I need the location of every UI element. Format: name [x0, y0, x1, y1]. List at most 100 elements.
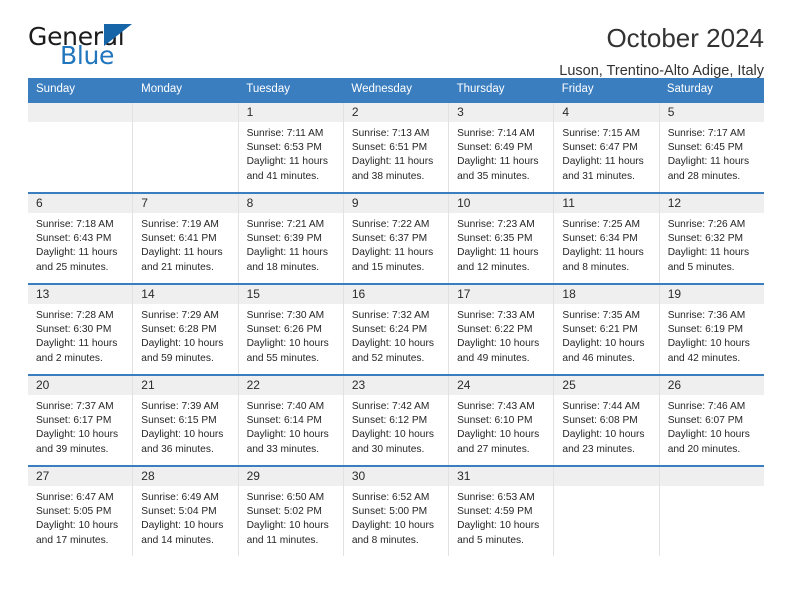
month-calendar: Sunday Monday Tuesday Wednesday Thursday Frid… [28, 78, 764, 556]
daylight-text-line1: Daylight: 10 hours [457, 338, 540, 350]
day-number: 9 [343, 194, 449, 213]
day-number: 23 [343, 376, 449, 395]
day-cell-4[interactable]: 4 Sunrise: 7:15 AM Sunset: 6:47 PM Daylight… [554, 103, 660, 192]
day-cell-23[interactable]: 23 Sunrise: 7:42 AM Sunset: 6:12 PM Dayligh… [343, 376, 450, 465]
day-number: 26 [659, 376, 764, 395]
day-details: Sunrise: 7:40 AM Sunset: 6:14 PM Daylight:… [239, 395, 343, 457]
sunset-text: Sunset: 6:47 PM [562, 142, 638, 154]
day-number: 13 [28, 285, 133, 304]
day-details: Sunrise: 7:18 AM Sunset: 6:43 PM Daylight:… [28, 213, 132, 275]
daylight-text-line2: and 36 minutes. [141, 443, 214, 455]
day-number: 24 [449, 376, 554, 395]
sunset-text: Sunset: 6:51 PM [351, 142, 428, 154]
sunrise-text: Sunrise: 7:15 AM [562, 128, 640, 139]
daylight-text-line2: and 20 minutes. [667, 443, 741, 455]
day-cell-20[interactable]: 20 Sunrise: 7:37 AM Sunset: 6:17 PM Dayligh… [28, 376, 134, 465]
day-number: 25 [554, 376, 659, 395]
sunrise-text: Sunrise: 7:43 AM [457, 401, 535, 412]
daylight-text-line1: Daylight: 10 hours [457, 429, 540, 441]
sunrise-text: Sunrise: 7:39 AM [141, 401, 219, 412]
day-number: 7 [133, 194, 238, 213]
day-cell-27[interactable]: 27 Sunrise: 6:47 AM Sunset: 5:05 PM Dayligh… [28, 467, 134, 556]
day-number: 18 [554, 285, 659, 304]
daylight-text-line2: and 49 minutes. [457, 352, 530, 364]
day-number: 5 [659, 103, 764, 122]
sunset-text: Sunset: 6:26 PM [246, 324, 322, 336]
day-number: 12 [659, 194, 764, 213]
daylight-text-line2: and 33 minutes. [246, 443, 320, 455]
day-cell-8[interactable]: 8 Sunrise: 7:21 AM Sunset: 6:39 PM Daylight… [238, 194, 344, 283]
sunset-text: Sunset: 5:02 PM [246, 506, 322, 518]
day-cell-17[interactable]: 17 Sunrise: 7:33 AM Sunset: 6:22 PM Dayligh… [449, 285, 555, 374]
sunrise-text: Sunrise: 7:14 AM [457, 128, 535, 139]
daylight-text-line1: Daylight: 10 hours [457, 520, 540, 532]
sunrise-text: Sunrise: 6:50 AM [246, 492, 325, 503]
day-cell-18[interactable]: 18 Sunrise: 7:35 AM Sunset: 6:21 PM Dayligh… [554, 285, 660, 374]
daylight-text-line2: and 55 minutes. [246, 352, 320, 364]
daylight-text-line1: Daylight: 11 hours [562, 247, 644, 259]
day-details: Sunrise: 7:46 AM Sunset: 6:07 PM Daylight:… [660, 395, 764, 457]
sunset-text: Sunset: 6:30 PM [36, 324, 112, 336]
day-details: Sunrise: 7:32 AM Sunset: 6:24 PM Daylight:… [344, 304, 448, 366]
day-cell-31[interactable]: 31 Sunrise: 6:53 AM Sunset: 4:59 PM Dayligh… [449, 467, 555, 556]
day-cell-29[interactable]: 29 Sunrise: 6:50 AM Sunset: 5:02 PM Dayligh… [238, 467, 344, 556]
sunrise-text: Sunrise: 7:32 AM [351, 310, 430, 321]
day-details: Sunrise: 7:28 AM Sunset: 6:30 PM Daylight:… [28, 304, 132, 366]
day-cell-5[interactable]: 5 Sunrise: 7:17 AM Sunset: 6:45 PM Daylight… [659, 103, 764, 192]
day-cell-13[interactable]: 13 Sunrise: 7:28 AM Sunset: 6:30 PM Dayligh… [28, 285, 134, 374]
daylight-text-line1: Daylight: 10 hours [351, 520, 434, 532]
page-header: General Blue October 2024 Luson, Trentin… [28, 0, 764, 79]
day-number: 6 [28, 194, 133, 213]
day-cell-26[interactable]: 26 Sunrise: 7:46 AM Sunset: 6:07 PM Dayligh… [659, 376, 764, 465]
day-cell-9[interactable]: 9 Sunrise: 7:22 AM Sunset: 6:37 PM Daylight… [343, 194, 450, 283]
sunset-text: Sunset: 6:22 PM [457, 324, 533, 336]
day-cell-30[interactable]: 30 Sunrise: 6:52 AM Sunset: 5:00 PM Dayligh… [343, 467, 450, 556]
daylight-text-line2: and 11 minutes. [246, 534, 319, 546]
day-details: Sunrise: 7:37 AM Sunset: 6:17 PM Daylight:… [28, 395, 132, 457]
day-cell-19[interactable]: 19 Sunrise: 7:36 AM Sunset: 6:19 PM Dayligh… [659, 285, 764, 374]
daylight-text-line1: Daylight: 11 hours [667, 156, 750, 168]
page-title: October 2024 [606, 23, 764, 53]
day-number: 30 [343, 467, 449, 486]
day-details: Sunrise: 7:39 AM Sunset: 6:15 PM Daylight:… [133, 395, 237, 457]
day-cell-10[interactable]: 10 Sunrise: 7:23 AM Sunset: 6:35 PM Dayligh… [449, 194, 555, 283]
daylight-text-line1: Daylight: 10 hours [141, 429, 224, 441]
daylight-text-line1: Daylight: 11 hours [457, 247, 539, 259]
daylight-text-line1: Daylight: 10 hours [351, 338, 434, 350]
day-cell-3[interactable]: 3 Sunrise: 7:14 AM Sunset: 6:49 PM Daylight… [449, 103, 555, 192]
day-cell-6[interactable]: 6 Sunrise: 7:18 AM Sunset: 6:43 PM Daylight… [28, 194, 134, 283]
sunrise-text: Sunrise: 7:44 AM [562, 401, 640, 412]
day-cell-11[interactable]: 11 Sunrise: 7:25 AM Sunset: 6:34 PM Dayligh… [554, 194, 660, 283]
day-cell-7[interactable]: 7 Sunrise: 7:19 AM Sunset: 6:41 PM Daylight… [133, 194, 239, 283]
day-cell-15[interactable]: 15 Sunrise: 7:30 AM Sunset: 6:26 PM Dayligh… [238, 285, 344, 374]
day-number: 4 [554, 103, 659, 122]
daylight-text-line1: Daylight: 10 hours [246, 520, 329, 532]
day-number: 28 [133, 467, 238, 486]
calendar-week-row: 13 Sunrise: 7:28 AM Sunset: 6:30 PM Dayligh… [28, 283, 764, 374]
sunrise-text: Sunrise: 7:33 AM [457, 310, 535, 321]
sunrise-text: Sunrise: 7:13 AM [351, 128, 430, 139]
day-cell-22[interactable]: 22 Sunrise: 7:40 AM Sunset: 6:14 PM Dayligh… [238, 376, 344, 465]
day-cell-2[interactable]: 2 Sunrise: 7:13 AM Sunset: 6:51 PM Daylight… [343, 103, 450, 192]
day-number [133, 103, 238, 122]
sunrise-text: Sunrise: 7:36 AM [667, 310, 746, 321]
day-cell-12[interactable]: 12 Sunrise: 7:26 AM Sunset: 6:32 PM Dayligh… [659, 194, 764, 283]
day-cell-14[interactable]: 14 Sunrise: 7:29 AM Sunset: 6:28 PM Dayligh… [133, 285, 239, 374]
sunset-text: Sunset: 6:08 PM [562, 415, 638, 427]
daylight-text-line1: Daylight: 11 hours [562, 156, 644, 168]
sunset-text: Sunset: 6:43 PM [36, 233, 112, 245]
day-cell-24[interactable]: 24 Sunrise: 7:43 AM Sunset: 6:10 PM Dayligh… [449, 376, 555, 465]
day-number: 27 [28, 467, 133, 486]
day-cell-21[interactable]: 21 Sunrise: 7:39 AM Sunset: 6:15 PM Dayligh… [133, 376, 239, 465]
day-cell-empty [28, 103, 134, 192]
daylight-text-line2: and 59 minutes. [141, 352, 214, 364]
sunset-text: Sunset: 6:12 PM [351, 415, 428, 427]
day-cell-1[interactable]: 1 Sunrise: 7:11 AM Sunset: 6:53 PM Daylight… [238, 103, 344, 192]
day-cell-16[interactable]: 16 Sunrise: 7:32 AM Sunset: 6:24 PM Dayligh… [343, 285, 450, 374]
sunrise-text: Sunrise: 7:46 AM [667, 401, 746, 412]
day-details: Sunrise: 7:33 AM Sunset: 6:22 PM Daylight:… [449, 304, 553, 366]
daylight-text-line2: and 28 minutes. [667, 170, 741, 182]
day-cell-25[interactable]: 25 Sunrise: 7:44 AM Sunset: 6:08 PM Dayligh… [554, 376, 660, 465]
general-blue-logo[interactable]: General Blue [28, 22, 150, 72]
day-cell-28[interactable]: 28 Sunrise: 6:49 AM Sunset: 5:04 PM Dayligh… [133, 467, 239, 556]
